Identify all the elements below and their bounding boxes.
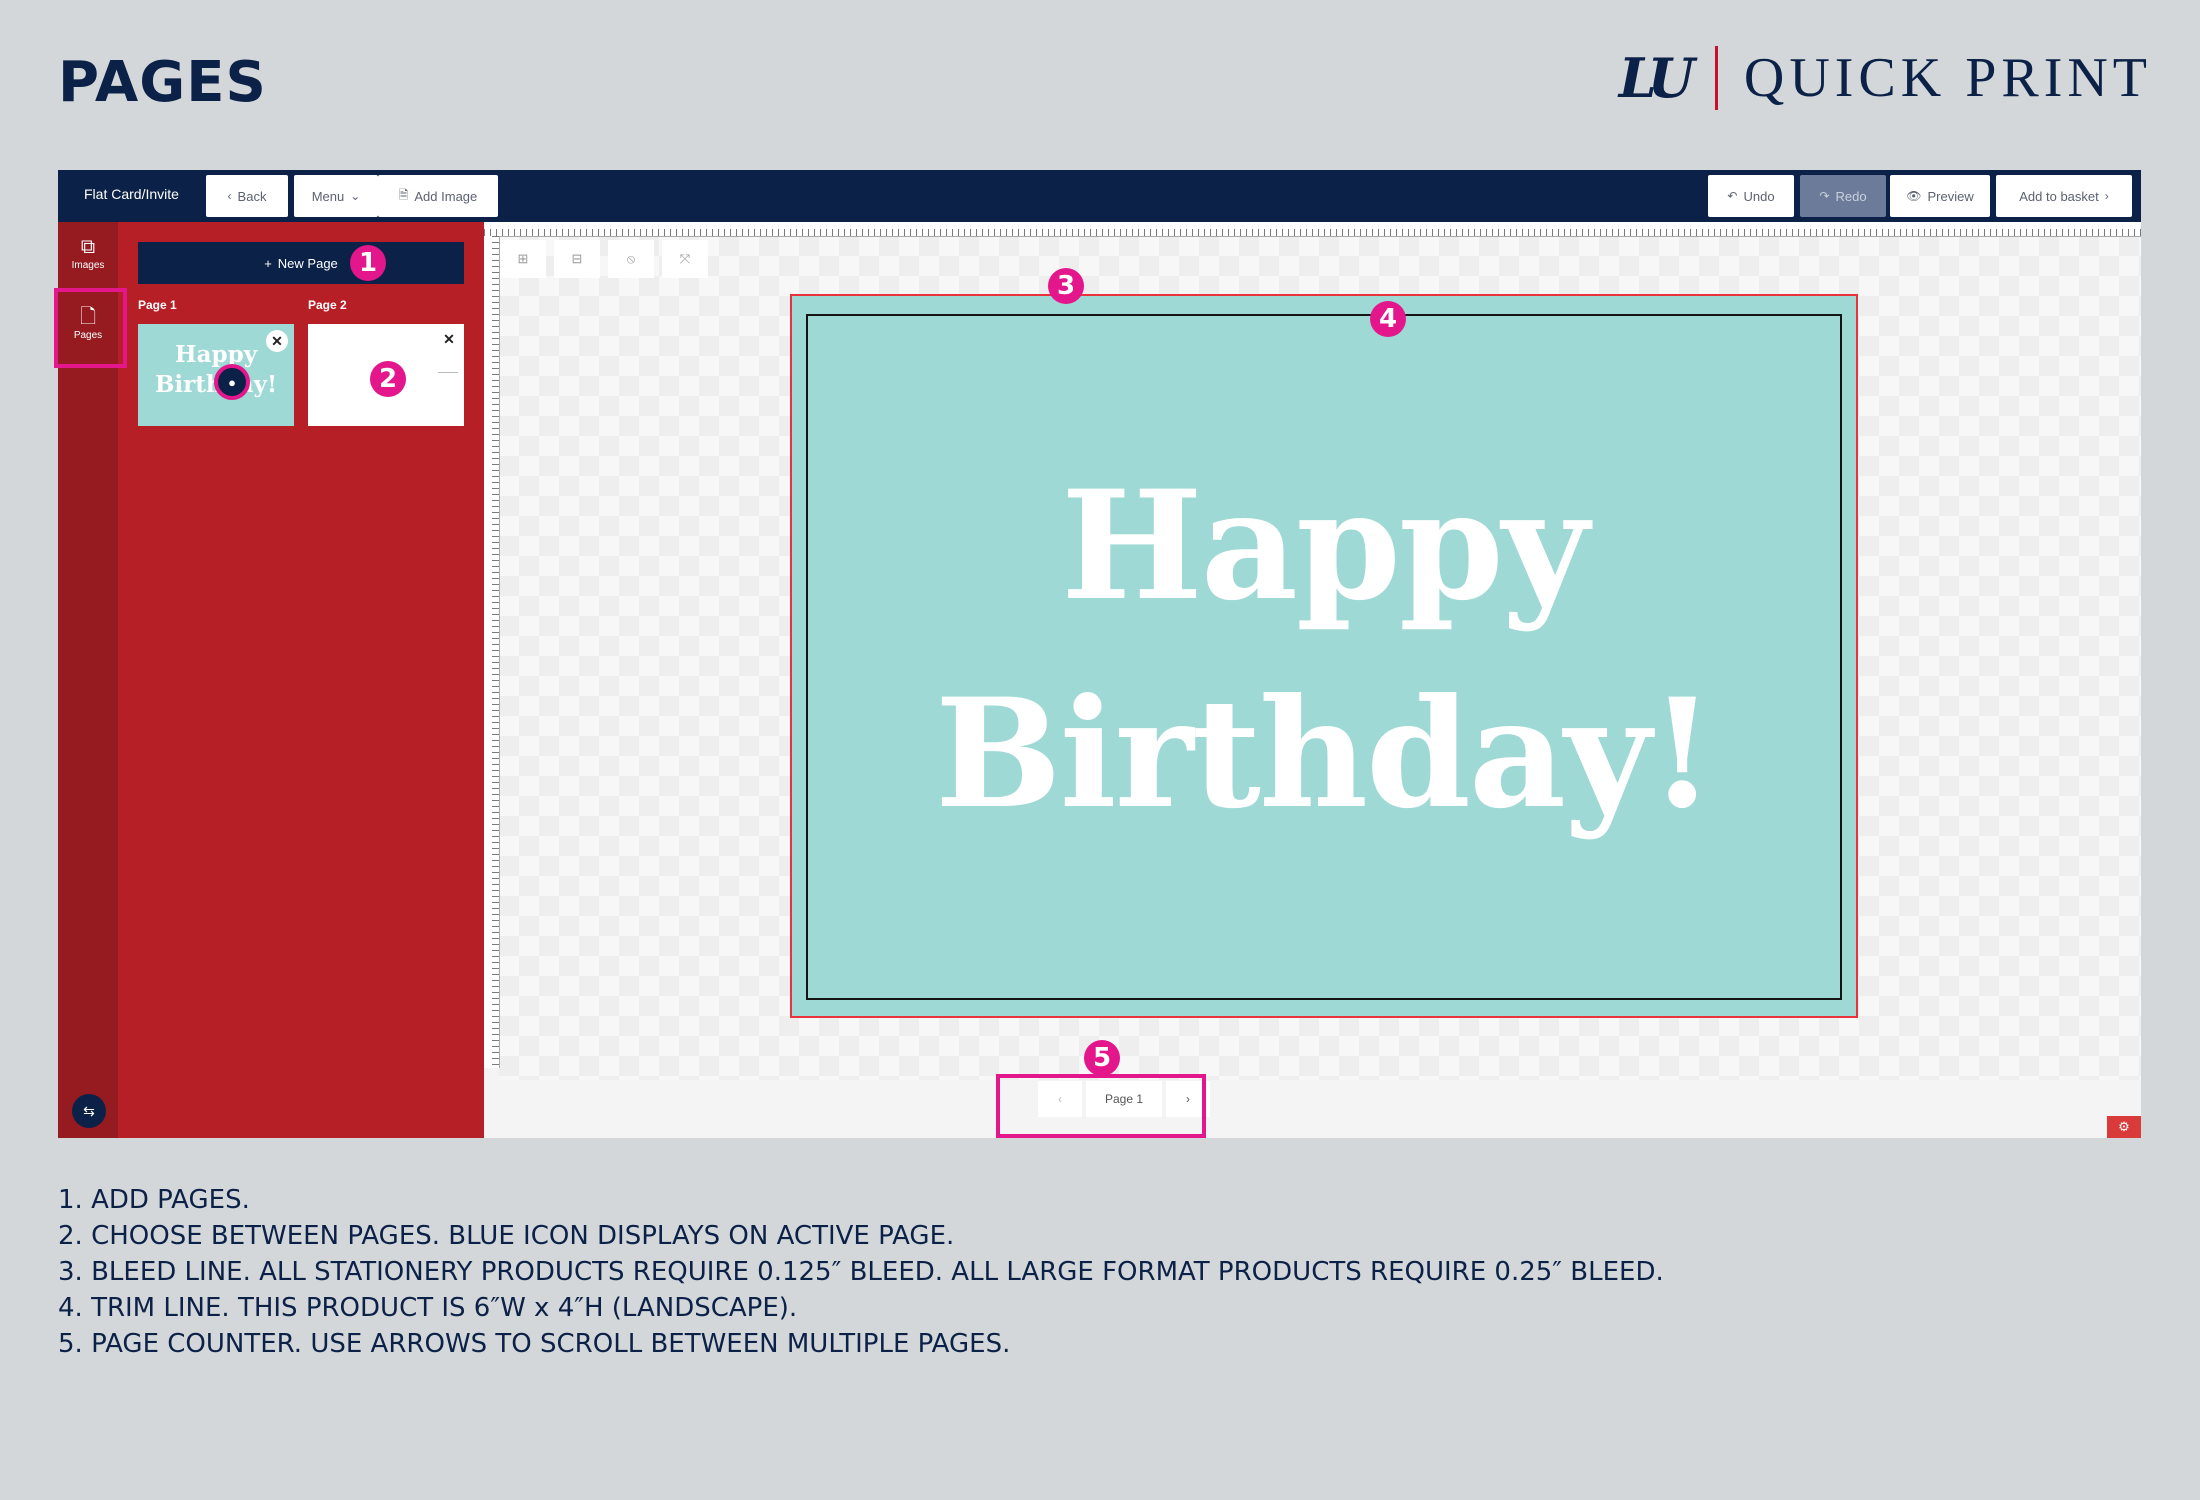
plus-icon: + — [264, 255, 272, 271]
editor-window: Flat Card/Invite ‹ Back Menu ⌄ 🗎 Add Ima… — [58, 170, 2141, 1138]
product-title: Flat Card/Invite — [84, 186, 179, 202]
images-icon: ⧉ — [80, 236, 96, 258]
chevron-down-icon: ⌄ — [350, 189, 361, 203]
add-to-basket-label: Add to basket — [2019, 188, 2099, 204]
brand-name: QUICK PRINT — [1743, 47, 2152, 109]
card-text-line-1: Happy — [1061, 458, 1589, 634]
redo-button[interactable]: ↷ Redo — [1800, 175, 1886, 217]
new-page-button[interactable]: + New Page — [138, 242, 464, 284]
brand-divider — [1714, 46, 1718, 110]
swap-panel-icon[interactable]: ⇆ — [72, 1094, 106, 1128]
rail-item-images[interactable]: ⧉ Images — [58, 236, 118, 271]
callout-badge: 1 — [350, 245, 386, 281]
card-text[interactable]: Happy Birthday! — [806, 442, 1842, 858]
back-label: Back — [237, 188, 267, 204]
instruction-item: 1. ADD PAGES. — [58, 1185, 250, 1215]
redo-icon: ↷ — [1819, 189, 1830, 203]
instructions-list: 1. ADD PAGES. 2. CHOOSE BETWEEN PAGES. B… — [58, 1182, 1664, 1362]
brand-mark: LU — [1618, 46, 1695, 110]
close-icon[interactable]: ✕ — [266, 330, 288, 352]
instruction-item: 5. PAGE COUNTER. USE ARROWS TO SCROLL BE… — [58, 1329, 1011, 1359]
chevron-left-icon: ‹ — [227, 189, 232, 203]
page-2-label: Page 2 — [308, 298, 347, 312]
image-file-icon: 🗎 — [398, 187, 409, 202]
add-image-button[interactable]: 🗎 Add Image — [378, 175, 498, 217]
rail-item-label: Images — [71, 260, 105, 271]
card-text-line-2: Birthday! — [934, 666, 1715, 842]
add-to-basket-button[interactable]: Add to basket › — [1996, 175, 2132, 217]
undo-icon: ↶ — [1727, 189, 1738, 203]
back-button[interactable]: ‹ Back — [206, 175, 288, 217]
undo-button[interactable]: ↶ Undo — [1708, 175, 1794, 217]
chevron-right-icon: › — [2104, 189, 2109, 203]
callout-badge: 5 — [1084, 1040, 1120, 1076]
callout-badge: 4 — [1370, 301, 1406, 337]
pages-panel: + New Page Page 1 Page 2 Happy Birthday!… — [118, 222, 484, 1138]
redo-label: Redo — [1835, 188, 1867, 204]
zoom-in-icon[interactable]: ⊞ — [500, 240, 546, 278]
fullscreen-icon[interactable]: ⤧ — [662, 240, 708, 278]
callout-badge: 3 — [1048, 268, 1084, 304]
pages-rail-highlight — [54, 288, 127, 368]
instruction-item: 2. CHOOSE BETWEEN PAGES. BLUE ICON DISPL… — [58, 1221, 955, 1251]
brand-logo: LU QUICK PRINT — [1619, 46, 2152, 110]
undo-label: Undo — [1743, 188, 1775, 204]
instruction-item: 3. BLEED LINE. ALL STATIONERY PRODUCTS R… — [58, 1257, 1664, 1287]
page-counter-highlight — [996, 1074, 1206, 1138]
menu-button[interactable]: Menu ⌄ — [294, 175, 378, 217]
active-page-pin-icon: ● — [214, 364, 250, 400]
settings-icon[interactable]: ⚙ — [2107, 1116, 2141, 1138]
top-toolbar: Flat Card/Invite ‹ Back Menu ⌄ 🗎 Add Ima… — [58, 170, 2141, 222]
vertical-ruler — [484, 236, 500, 1068]
add-image-label: Add Image — [414, 188, 478, 204]
instruction-item: 4. TRIM LINE. THIS PRODUCT IS 6″W x 4″H … — [58, 1293, 798, 1323]
preview-button[interactable]: 👁 Preview — [1890, 175, 1990, 217]
design-canvas: ⊞ ⊟ ⦸ ⤧ Happy Birthday! ‹ Page 1 › ⚙ — [484, 222, 2141, 1138]
page-1-thumbnail[interactable]: Happy Birthday! ✕ ● — [138, 324, 294, 426]
page-1-label: Page 1 — [138, 298, 177, 312]
new-page-label: New Page — [277, 255, 338, 271]
callout-badge: 2 — [370, 361, 406, 397]
reset-zoom-icon[interactable]: ⦸ — [608, 240, 654, 278]
horizontal-ruler — [484, 222, 2141, 237]
page-title: PAGES — [58, 50, 267, 115]
thumbnail-line — [438, 372, 458, 373]
preview-label: Preview — [1927, 188, 1974, 204]
zoom-out-icon[interactable]: ⊟ — [554, 240, 600, 278]
close-icon[interactable]: ✕ — [438, 328, 460, 350]
eye-icon: 👁 — [1906, 189, 1922, 203]
menu-label: Menu — [311, 188, 345, 204]
